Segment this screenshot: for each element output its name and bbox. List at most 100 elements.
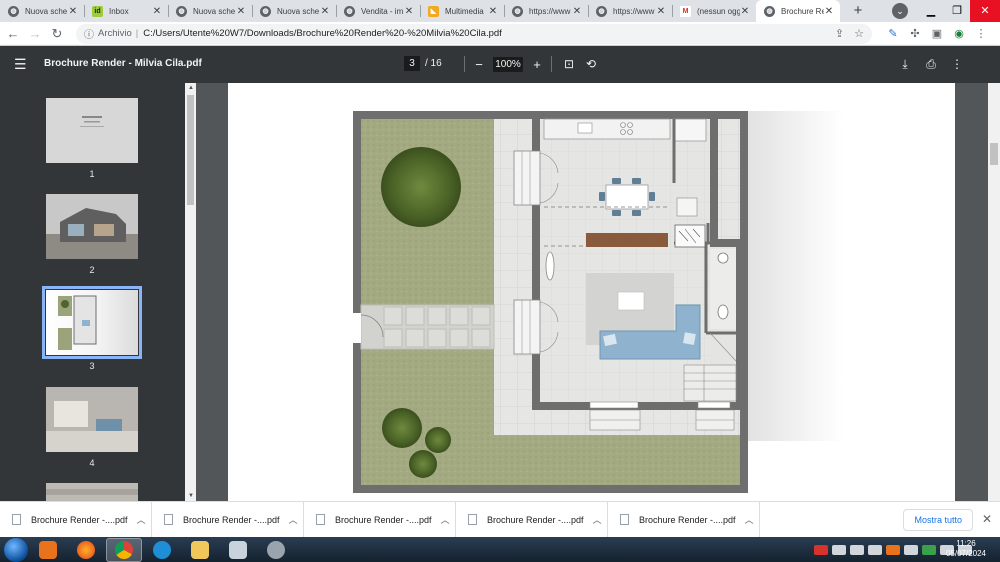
scroll-down-icon[interactable]: ▼: [188, 493, 194, 499]
close-icon[interactable]: ✕: [236, 6, 246, 17]
url-text[interactable]: C:/Users/Utente%20W7/Downloads/Brochure%…: [143, 28, 825, 39]
chevron-up-icon[interactable]: ︿: [435, 513, 455, 526]
close-icon[interactable]: ✕: [320, 6, 330, 17]
chevron-up-icon[interactable]: ︿: [587, 513, 607, 526]
zoom-level-input[interactable]: 100%: [493, 56, 523, 72]
folder-icon: [191, 540, 209, 559]
tab-1[interactable]: ◍ Nuova sche ✕: [0, 0, 84, 22]
print-icon[interactable]: ⎙: [918, 57, 944, 72]
forward-icon[interactable]: →: [24, 26, 46, 41]
tab-4[interactable]: ◍ Nuova sche ✕: [252, 0, 336, 22]
download-icon[interactable]: ⤓: [892, 57, 918, 72]
sidebar-scrollbar[interactable]: ▲ ▼: [185, 83, 196, 501]
tray-speaker-icon[interactable]: [850, 544, 864, 555]
tray-red-icon[interactable]: [814, 544, 828, 555]
fridge: [673, 118, 707, 142]
taskbar-settings[interactable]: [258, 538, 294, 562]
zoom-in-button[interactable]: +: [529, 57, 545, 72]
tab-6[interactable]: ◣ Multimedia ✕: [420, 0, 504, 22]
tab-8[interactable]: ◍ https://www ✕: [588, 0, 672, 22]
tab-search-icon[interactable]: ⌄: [892, 3, 908, 19]
document-scrollbar[interactable]: [988, 83, 1000, 501]
taskbar-media-player[interactable]: [30, 538, 66, 562]
gate: [353, 313, 361, 343]
thumbnail-page-2[interactable]: [46, 194, 138, 259]
restore-button[interactable]: ❐: [944, 0, 970, 22]
globe-icon: ◍: [176, 5, 187, 17]
rotate-icon[interactable]: ⟲: [580, 57, 602, 71]
globe-icon: ◍: [344, 5, 355, 17]
reload-icon[interactable]: ↻: [46, 26, 68, 42]
profile-avatar-icon[interactable]: ◉: [948, 27, 970, 40]
extensions-puzzle-icon[interactable]: ✣: [904, 27, 926, 40]
close-icon[interactable]: ✕: [656, 6, 666, 17]
toolbar-right: ⤓ ⎙ ⋮: [892, 57, 970, 72]
minimize-button[interactable]: ▁: [918, 0, 944, 22]
more-options-icon[interactable]: ⋮: [944, 57, 970, 72]
taskbar-app[interactable]: [220, 538, 256, 562]
omnibox[interactable]: ⓘ Archivio | C:/Users/Utente%20W7/Downlo…: [76, 23, 872, 44]
tab-7[interactable]: ◍ https://www ✕: [504, 0, 588, 22]
tab-strip: ◍ Nuova sche ✕ id Inbox ✕ ◍ Nuova sche ✕ ◍ Nuov…: [0, 0, 1000, 22]
close-icon[interactable]: ✕: [404, 6, 414, 17]
info-icon[interactable]: ⓘ: [84, 26, 94, 41]
show-all-button[interactable]: Mostra tutto: [903, 509, 973, 531]
download-item[interactable]: Brochure Render -....pdf ︿: [304, 501, 456, 538]
tray-shield-icon[interactable]: [868, 544, 882, 555]
close-icon[interactable]: ✕: [152, 6, 162, 17]
download-item[interactable]: Brochure Render -....pdf ︿: [152, 501, 304, 538]
page-total: / 16: [425, 58, 442, 69]
thumbnail-sidebar: 1 2 3 4 ▲ ▼: [0, 83, 196, 501]
tab-5[interactable]: ◍ Vendita - im ✕: [336, 0, 420, 22]
tab-3[interactable]: ◍ Nuova sche ✕: [168, 0, 252, 22]
page-number-input[interactable]: 3: [404, 56, 420, 71]
close-icon[interactable]: ✕: [68, 6, 78, 17]
clock[interactable]: 11:26 05/07/2024: [946, 539, 986, 559]
thumbnail-page-5[interactable]: [46, 483, 138, 501]
taskbar-internet-explorer[interactable]: [144, 538, 180, 562]
close-icon[interactable]: ✕: [572, 6, 582, 17]
hamburger-menu-icon[interactable]: ☰: [14, 57, 27, 71]
tray-orange-icon[interactable]: [886, 544, 900, 555]
download-item[interactable]: Brochure Render -....pdf ︿: [608, 501, 760, 538]
tab-9[interactable]: M (nessun ogg ✕: [672, 0, 756, 22]
fit-to-page-icon[interactable]: ⊡: [558, 57, 580, 71]
tab-2[interactable]: id Inbox ✕: [84, 0, 168, 22]
thumbnail-page-4[interactable]: [46, 387, 138, 452]
chevron-up-icon[interactable]: ︿: [131, 513, 151, 526]
side-panel-icon[interactable]: ▣: [926, 27, 948, 40]
zoom-out-button[interactable]: −: [471, 57, 487, 72]
new-tab-button[interactable]: +: [848, 1, 868, 21]
document-scroll-thumb[interactable]: [990, 143, 998, 165]
chevron-up-icon[interactable]: ︿: [283, 513, 303, 526]
close-icon[interactable]: ✕: [740, 6, 750, 17]
download-item[interactable]: Brochure Render -....pdf ︿: [456, 501, 608, 538]
download-item[interactable]: Brochure Render -....pdf ︿: [0, 501, 152, 538]
pdf-page: [228, 83, 955, 501]
close-icon[interactable]: ✕: [824, 6, 834, 17]
bookmark-star-icon[interactable]: ☆: [854, 27, 864, 40]
tray-app-icon[interactable]: [904, 544, 918, 555]
taskbar-chrome[interactable]: [106, 537, 142, 562]
tray-printer-icon[interactable]: [832, 544, 846, 555]
start-button[interactable]: [4, 537, 28, 562]
tab-10[interactable]: ◍ Brochure Re ✕: [756, 0, 840, 22]
thumbnail-page-3[interactable]: [42, 286, 142, 359]
share-icon[interactable]: ⇪: [835, 27, 844, 40]
window-front-2: [697, 401, 731, 409]
close-icon[interactable]: ✕: [488, 6, 498, 17]
taskbar-firefox[interactable]: [68, 538, 104, 562]
internet-explorer-icon: [153, 540, 171, 559]
tray-green-icon[interactable]: [922, 544, 936, 555]
back-icon[interactable]: ←: [2, 26, 24, 41]
extension-feather-icon[interactable]: ✎: [882, 27, 904, 40]
dining-table: [605, 184, 649, 210]
close-downloads-icon[interactable]: ✕: [982, 512, 992, 526]
close-window-button[interactable]: ✕: [970, 0, 1000, 22]
taskbar-explorer[interactable]: [182, 538, 218, 562]
chevron-up-icon[interactable]: ︿: [739, 513, 759, 526]
thumbnail-page-1[interactable]: [46, 98, 138, 163]
menu-kebab-icon[interactable]: ⋮: [970, 27, 992, 40]
sidebar-scroll-thumb[interactable]: [187, 95, 194, 205]
scroll-up-icon[interactable]: ▲: [188, 85, 194, 91]
